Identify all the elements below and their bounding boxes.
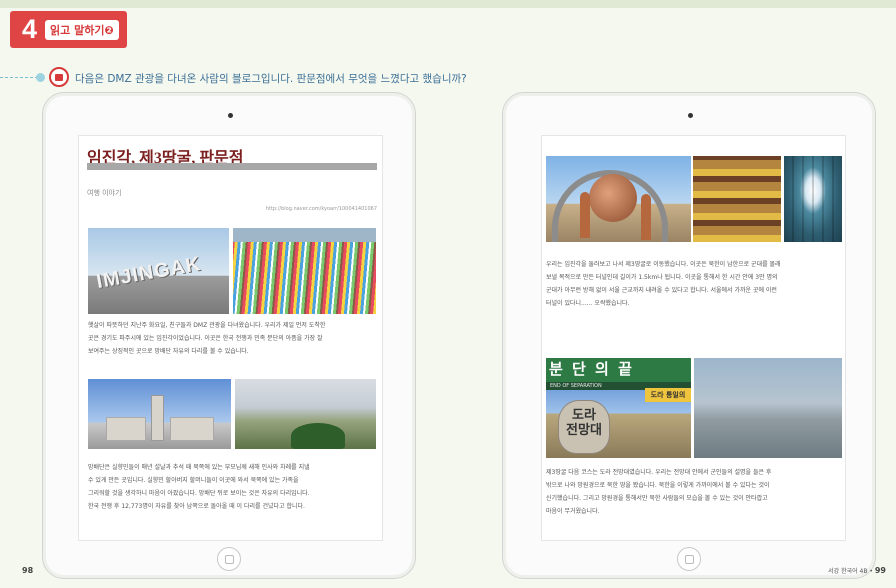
yellow-sign: 도라 통일의 — [645, 388, 691, 402]
home-button[interactable] — [217, 547, 241, 571]
left-paragraph-1: 햇살이 따뜻하던 지난주 화요일, 친구들과 DMZ 관광을 다녀왔습니다. 우… — [88, 319, 380, 358]
camera-dot — [688, 113, 693, 118]
text-line: 우리는 임진각을 둘러보고 나서 제3땅굴로 이동했습니다. 이곳은 북한이 남… — [546, 261, 781, 268]
memorial-wall-left — [106, 417, 146, 441]
text-line: 그리워할 것을 생각하니 마음이 아팠습니다. 망배단 뒤로 보이는 것은 자유… — [88, 490, 310, 497]
right-tablet: 우리는 임진각을 둘러보고 나서 제3땅굴로 이동했습니다. 이곳은 북한이 남… — [502, 92, 876, 579]
dora-stone: 도라 전망대 — [558, 400, 610, 454]
tunnel-helmets-photo — [693, 156, 781, 242]
right-page-number: 99 — [874, 566, 886, 575]
guide-dot — [36, 73, 45, 82]
section-badge: 4 읽고 말하기❷ — [10, 11, 127, 48]
text-line: 마음이 무거웠습니다. — [546, 508, 600, 515]
text-line: 보여주는 상징적인 곳으로 망배단 자유의 다리를 볼 수 있습니다. — [88, 348, 249, 355]
text-line: 망배단은 실향민들이 매년 설날과 추석 때 북쪽에 있는 부모님께 새해 인사… — [88, 464, 310, 471]
ribbon-sky — [233, 228, 376, 242]
text-line: 신기했습니다. 그리고 망원경을 통해서만 북한 사람들의 모습을 볼 수 있는… — [546, 495, 768, 502]
text-line: 터널이 있다니...... 오싹했습니다. — [546, 300, 630, 307]
top-strip — [0, 0, 896, 8]
left-paragraph-2: 망배단은 실향민들이 매년 설날과 추석 때 북쪽에 있는 부모님께 새해 인사… — [88, 461, 380, 513]
blog-url[interactable]: http://blog.naver.com/kyoarr/10004140106… — [266, 206, 377, 212]
left-screen: 임진각, 제3땅굴, 판문점 여행 이야기 http://blog.naver.… — [78, 135, 383, 541]
camera-dot — [228, 113, 233, 118]
left-tablet: 임진각, 제3땅굴, 판문점 여행 이야기 http://blog.naver.… — [42, 92, 416, 579]
reunification-globe-photo — [546, 156, 691, 242]
left-page-number: 98 — [22, 566, 34, 575]
text-line: 밖으로 나와 망원경으로 북한 땅을 봤습니다. 북한을 이렇게 가까이에서 볼… — [546, 482, 770, 489]
right-paragraph-2: 제3땅굴 다음 코스는 도라 전망대였습니다. 우리는 전망대 안에서 군인들의… — [546, 466, 844, 518]
text-line: 보낼 목적으로 만든 터널인데 길이가 1.5km나 됩니다. 이곳을 통해서 … — [546, 274, 778, 281]
mangbaedan-photo — [88, 379, 231, 449]
text-line: 한국 전쟁 후 12,773명이 자유를 찾아 남쪽으로 돌아올 때 이 다리를… — [88, 503, 305, 510]
statue-figure — [580, 192, 590, 238]
question-text: 다음은 DMZ 관광을 다녀온 사람의 블로그입니다. 판문점에서 무엇을 느꼈… — [75, 73, 467, 85]
text-line: 군대가 아무런 방해 없이 서울 근교까지 내려올 수 있다고 합니다. 서울에… — [546, 287, 777, 294]
dora-observatory-photo: 분 단 의 끝 END OF SEPARATION 도라 통일의 도라 전망대 — [546, 358, 691, 458]
memorial-monument — [151, 395, 164, 441]
text-line: 수 있게 만든 곳입니다. 실향민 할아버지 할머니들이 이곳에 와서 북쪽에 … — [88, 477, 299, 484]
north-korea-landscape-photo — [694, 358, 842, 458]
text-line: 곳은 경기도 파주시에 있는 임진각이었습니다. 이곳은 한국 전쟁과 민족 분… — [88, 335, 323, 342]
ribbon-fence-photo — [233, 228, 376, 314]
section-label: 읽고 말하기❷ — [45, 19, 119, 40]
statue-figure — [641, 194, 651, 240]
tunnel-entrance-photo — [784, 156, 842, 242]
text-line: 햇살이 따뜻하던 지난주 화요일, 친구들과 DMZ 관광을 다녀왔습니다. 우… — [88, 322, 326, 329]
book-icon — [49, 67, 69, 87]
freedom-bridge-view-photo — [235, 379, 376, 449]
section-number: 4 — [22, 14, 38, 44]
memorial-wall-right — [170, 417, 214, 441]
imjingak-letters: IMJINGAK — [94, 252, 203, 294]
right-screen: 우리는 임진각을 둘러보고 나서 제3땅굴로 이동했습니다. 이곳은 북한이 남… — [541, 135, 846, 541]
imjingak-sign-photo: IMJINGAK — [88, 228, 229, 314]
dashed-guide-line — [0, 77, 38, 78]
pine-tree — [291, 423, 345, 449]
text-line: 제3땅굴 다음 코스는 도라 전망대였습니다. 우리는 전망대 안에서 군인들의… — [546, 469, 772, 476]
separation-banner: 분 단 의 끝 — [546, 358, 691, 383]
right-page-footer: 서강 한국어 4B • 99 — [828, 566, 886, 575]
blog-category[interactable]: 여행 이야기 — [87, 188, 121, 198]
book-title: 서강 한국어 4B — [828, 568, 868, 575]
split-globe — [589, 174, 637, 222]
right-paragraph-1: 우리는 임진각을 둘러보고 나서 제3땅굴로 이동했습니다. 이곳은 북한이 남… — [546, 258, 844, 310]
home-button[interactable] — [677, 547, 701, 571]
title-underline-bar — [87, 163, 377, 170]
